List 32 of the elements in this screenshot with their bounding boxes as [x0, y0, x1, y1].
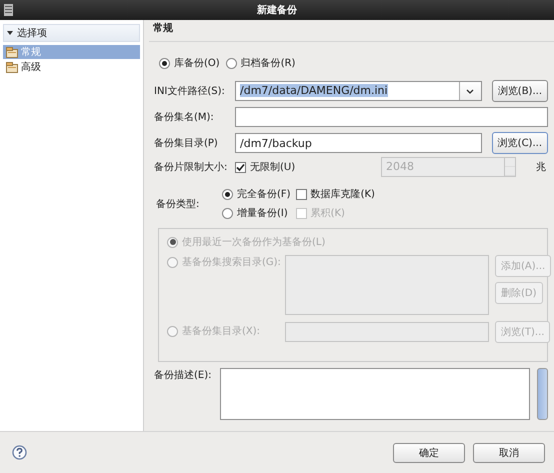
field-label: 备份片限制大小: — [154, 160, 228, 174]
field-label: 备份集目录(P) — [154, 137, 219, 150]
help-icon[interactable] — [12, 445, 27, 460]
sidebar-item[interactable]: 高级 — [3, 60, 140, 74]
app-icon — [4, 4, 13, 16]
radio-button[interactable]: 增量备份(I) — [222, 206, 291, 220]
description-textarea[interactable] — [220, 368, 530, 420]
folder-icon — [6, 46, 18, 58]
field-label: 备份描述(E): — [154, 368, 212, 383]
scrollbar[interactable] — [537, 368, 548, 420]
radio-button[interactable]: 归档备份(R) — [226, 56, 296, 70]
browse-button[interactable]: 浏览(B)... — [492, 80, 548, 102]
caret-icon — [466, 88, 474, 94]
checkbox[interactable]: 无限制(U) — [235, 160, 296, 174]
radio-button[interactable]: 库备份(O) — [159, 56, 220, 70]
input-field[interactable] — [235, 107, 548, 127]
tree-header[interactable]: 选择项 — [3, 24, 140, 42]
radio-button[interactable]: 完全备份(F) — [222, 187, 291, 201]
field-label: 备份集名(M): — [154, 111, 215, 124]
checkbox[interactable]: 数据库克隆(K) — [296, 187, 375, 201]
checkmark-icon — [236, 162, 245, 172]
field-label: INI文件路径(S): — [154, 84, 226, 98]
browse-button[interactable]: 浏览(C)... — [492, 132, 548, 154]
ok-button[interactable]: 确定 — [393, 442, 465, 462]
ini-path-combobox[interactable]: /dm7/data/DAMENG/dm.ini — [235, 81, 482, 101]
field-label: 备份类型: — [155, 198, 200, 210]
unit-label: 兆 — [536, 160, 546, 174]
cancel-button[interactable]: 取消 — [473, 442, 545, 462]
input-field[interactable]: /dm7/backup — [235, 133, 482, 153]
window-title: 新建备份 — [256, 3, 298, 17]
section-title: 常规 — [149, 22, 554, 42]
folder-icon — [6, 62, 18, 72]
